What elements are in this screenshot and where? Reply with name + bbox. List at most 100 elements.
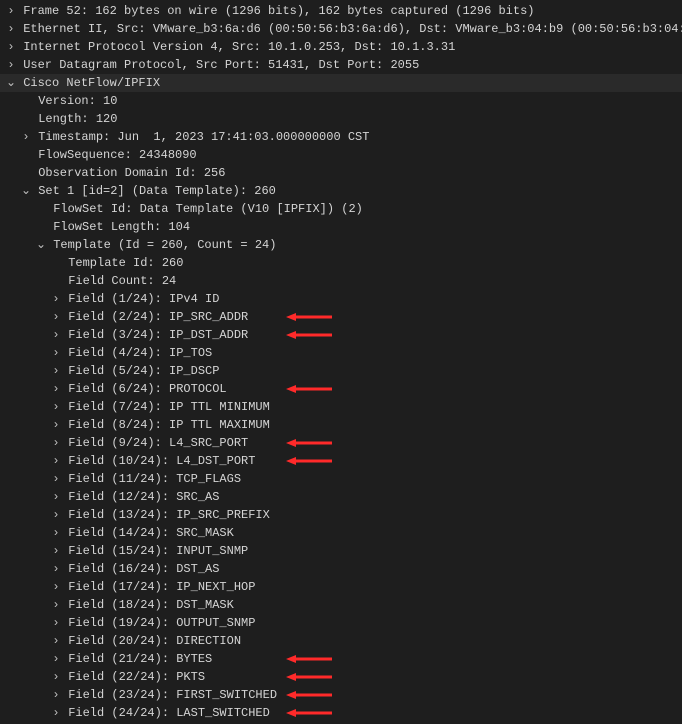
twisty-collapsed-icon[interactable]: › bbox=[51, 578, 61, 596]
twisty-collapsed-icon[interactable]: › bbox=[21, 128, 31, 146]
tree-row[interactable]: › Ethernet II, Src: VMware_b3:6a:d6 (00:… bbox=[0, 20, 682, 38]
tree-row-label: Frame 52: 162 bytes on wire (1296 bits),… bbox=[23, 2, 534, 20]
tree-row-label: Field (11/24): TCP_FLAGS bbox=[68, 470, 241, 488]
tree-row[interactable]: › Field (6/24): PROTOCOL bbox=[0, 380, 682, 398]
tree-row-label: FlowSet Id: Data Template (V10 [IPFIX]) … bbox=[53, 200, 363, 218]
tree-row[interactable]: › Field (21/24): BYTES bbox=[0, 650, 682, 668]
twisty-collapsed-icon[interactable]: › bbox=[51, 632, 61, 650]
tree-row-label: Field (5/24): IP_DSCP bbox=[68, 362, 219, 380]
tree-row[interactable]: › Field (3/24): IP_DST_ADDR bbox=[0, 326, 682, 344]
twisty-expanded-icon[interactable]: ⌄ bbox=[36, 236, 46, 254]
tree-row[interactable]: › Frame 52: 162 bytes on wire (1296 bits… bbox=[0, 2, 682, 20]
tree-row-label: Field Count: 24 bbox=[68, 272, 176, 290]
tree-row[interactable]: › Field (12/24): SRC_AS bbox=[0, 488, 682, 506]
tree-row-label: Field (3/24): IP_DST_ADDR bbox=[68, 326, 248, 344]
twisty-collapsed-icon[interactable]: › bbox=[51, 452, 61, 470]
twisty-collapsed-icon[interactable]: › bbox=[51, 344, 61, 362]
twisty-collapsed-icon[interactable]: › bbox=[51, 290, 61, 308]
twisty-collapsed-icon[interactable]: › bbox=[51, 434, 61, 452]
tree-row[interactable]: Observation Domain Id: 256 bbox=[0, 164, 682, 182]
tree-row-label: Timestamp: Jun 1, 2023 17:41:03.00000000… bbox=[38, 128, 369, 146]
tree-row-label: Field (22/24): PKTS bbox=[68, 668, 205, 686]
tree-row[interactable]: FlowSet Length: 104 bbox=[0, 218, 682, 236]
twisty-none bbox=[36, 200, 46, 218]
twisty-collapsed-icon[interactable]: › bbox=[51, 398, 61, 416]
twisty-collapsed-icon[interactable]: › bbox=[51, 596, 61, 614]
twisty-collapsed-icon[interactable]: › bbox=[51, 362, 61, 380]
twisty-collapsed-icon[interactable]: › bbox=[51, 326, 61, 344]
twisty-collapsed-icon[interactable]: › bbox=[51, 650, 61, 668]
twisty-collapsed-icon[interactable]: › bbox=[51, 524, 61, 542]
tree-row[interactable]: › Field (14/24): SRC_MASK bbox=[0, 524, 682, 542]
tree-row-label: Field (2/24): IP_SRC_ADDR bbox=[68, 308, 248, 326]
tree-row-label: FlowSet Length: 104 bbox=[53, 218, 190, 236]
tree-row[interactable]: › Field (4/24): IP_TOS bbox=[0, 344, 682, 362]
tree-row[interactable]: › Field (23/24): FIRST_SWITCHED bbox=[0, 686, 682, 704]
tree-row[interactable]: › Field (8/24): IP TTL MAXIMUM bbox=[0, 416, 682, 434]
twisty-collapsed-icon[interactable]: › bbox=[51, 416, 61, 434]
twisty-collapsed-icon[interactable]: › bbox=[6, 2, 16, 20]
tree-row[interactable]: Version: 10 bbox=[0, 92, 682, 110]
packet-details-tree[interactable]: › Frame 52: 162 bytes on wire (1296 bits… bbox=[0, 0, 682, 724]
tree-row[interactable]: Template Id: 260 bbox=[0, 254, 682, 272]
twisty-collapsed-icon[interactable]: › bbox=[51, 560, 61, 578]
tree-row[interactable]: › Field (7/24): IP TTL MINIMUM bbox=[0, 398, 682, 416]
tree-row[interactable]: › User Datagram Protocol, Src Port: 5143… bbox=[0, 56, 682, 74]
twisty-collapsed-icon[interactable]: › bbox=[51, 614, 61, 632]
twisty-collapsed-icon[interactable]: › bbox=[51, 542, 61, 560]
twisty-collapsed-icon[interactable]: › bbox=[51, 470, 61, 488]
tree-row-label: Version: 10 bbox=[38, 92, 117, 110]
tree-row-label: Cisco NetFlow/IPFIX bbox=[23, 74, 160, 92]
tree-row[interactable]: › Field (17/24): IP_NEXT_HOP bbox=[0, 578, 682, 596]
tree-row[interactable]: › Field (22/24): PKTS bbox=[0, 668, 682, 686]
tree-row-label: Field (18/24): DST_MASK bbox=[68, 596, 234, 614]
tree-row[interactable]: ⌄ Cisco NetFlow/IPFIX bbox=[0, 74, 682, 92]
tree-row-label: Observation Domain Id: 256 bbox=[38, 164, 225, 182]
tree-row[interactable]: › Field (20/24): DIRECTION bbox=[0, 632, 682, 650]
tree-row-label: Field (7/24): IP TTL MINIMUM bbox=[68, 398, 270, 416]
tree-row[interactable]: › Field (1/24): IPv4 ID bbox=[0, 290, 682, 308]
annotation-arrow-icon bbox=[286, 457, 332, 465]
twisty-collapsed-icon[interactable]: › bbox=[6, 56, 16, 74]
tree-row-label: Field (21/24): BYTES bbox=[68, 650, 212, 668]
twisty-collapsed-icon[interactable]: › bbox=[51, 380, 61, 398]
twisty-collapsed-icon[interactable]: › bbox=[51, 506, 61, 524]
tree-row[interactable]: FlowSet Id: Data Template (V10 [IPFIX]) … bbox=[0, 200, 682, 218]
tree-row[interactable]: › Timestamp: Jun 1, 2023 17:41:03.000000… bbox=[0, 128, 682, 146]
tree-row[interactable]: › Field (13/24): IP_SRC_PREFIX bbox=[0, 506, 682, 524]
tree-row-label: Field (8/24): IP TTL MAXIMUM bbox=[68, 416, 270, 434]
twisty-collapsed-icon[interactable]: › bbox=[6, 20, 16, 38]
tree-row[interactable]: › Field (24/24): LAST_SWITCHED bbox=[0, 704, 682, 722]
tree-row[interactable]: › Internet Protocol Version 4, Src: 10.1… bbox=[0, 38, 682, 56]
tree-row-label: Field (16/24): DST_AS bbox=[68, 560, 219, 578]
tree-row[interactable]: ⌄ Set 1 [id=2] (Data Template): 260 bbox=[0, 182, 682, 200]
tree-row-label: Field (4/24): IP_TOS bbox=[68, 344, 212, 362]
tree-row[interactable]: › Field (5/24): IP_DSCP bbox=[0, 362, 682, 380]
twisty-expanded-icon[interactable]: ⌄ bbox=[21, 182, 31, 200]
tree-row[interactable]: › Field (15/24): INPUT_SNMP bbox=[0, 542, 682, 560]
twisty-expanded-icon[interactable]: ⌄ bbox=[6, 74, 16, 92]
tree-row[interactable]: › Field (2/24): IP_SRC_ADDR bbox=[0, 308, 682, 326]
tree-row-label: Template Id: 260 bbox=[68, 254, 183, 272]
tree-row[interactable]: › Field (18/24): DST_MASK bbox=[0, 596, 682, 614]
tree-row[interactable]: › Field (16/24): DST_AS bbox=[0, 560, 682, 578]
tree-row[interactable]: Field Count: 24 bbox=[0, 272, 682, 290]
tree-row[interactable]: › Field (9/24): L4_SRC_PORT bbox=[0, 434, 682, 452]
annotation-arrow-icon bbox=[286, 673, 332, 681]
tree-row[interactable]: FlowSequence: 24348090 bbox=[0, 146, 682, 164]
tree-row[interactable]: Length: 120 bbox=[0, 110, 682, 128]
twisty-none bbox=[21, 92, 31, 110]
twisty-collapsed-icon[interactable]: › bbox=[51, 668, 61, 686]
twisty-collapsed-icon[interactable]: › bbox=[51, 704, 61, 722]
twisty-collapsed-icon[interactable]: › bbox=[51, 308, 61, 326]
twisty-collapsed-icon[interactable]: › bbox=[51, 488, 61, 506]
tree-row-label: Field (14/24): SRC_MASK bbox=[68, 524, 234, 542]
twisty-none bbox=[51, 272, 61, 290]
tree-row[interactable]: › Field (10/24): L4_DST_PORT bbox=[0, 452, 682, 470]
tree-row-label: User Datagram Protocol, Src Port: 51431,… bbox=[23, 56, 419, 74]
tree-row[interactable]: › Field (19/24): OUTPUT_SNMP bbox=[0, 614, 682, 632]
tree-row[interactable]: ⌄ Template (Id = 260, Count = 24) bbox=[0, 236, 682, 254]
twisty-collapsed-icon[interactable]: › bbox=[6, 38, 16, 56]
tree-row[interactable]: › Field (11/24): TCP_FLAGS bbox=[0, 470, 682, 488]
twisty-collapsed-icon[interactable]: › bbox=[51, 686, 61, 704]
